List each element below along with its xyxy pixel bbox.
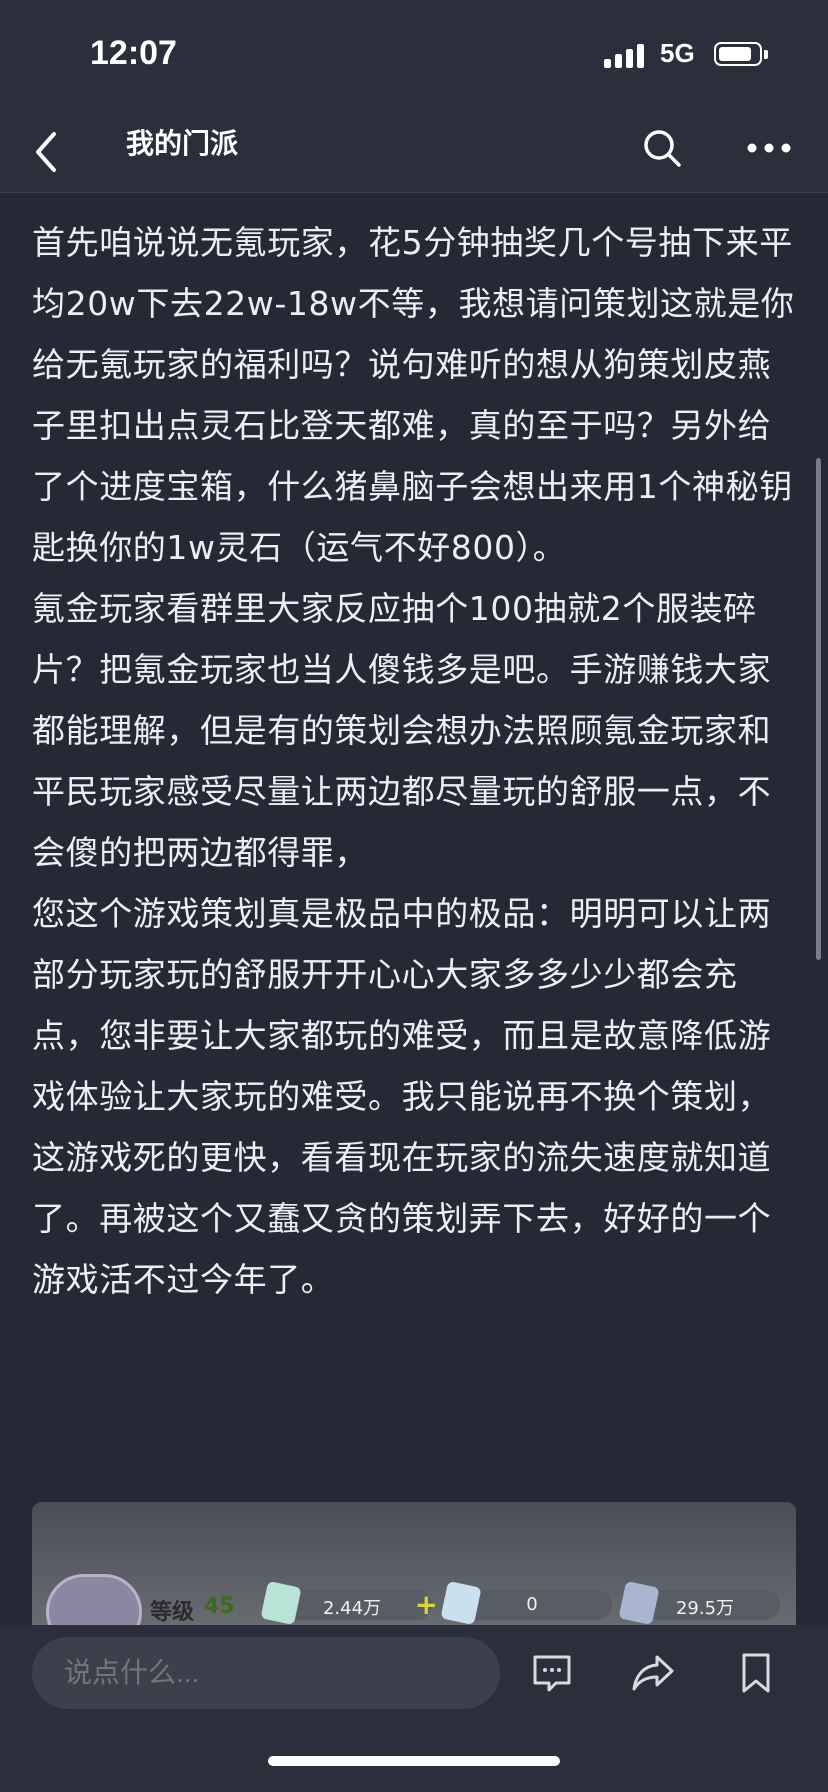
back-arrow-icon[interactable] [28,128,68,176]
post-body: 首先咱说说无氪玩家，花5分钟抽奖几个号抽下来平均20w下去22w-18w不等，我… [32,212,802,1310]
home-indicator [268,1756,560,1766]
status-bar: 12:07 5G [0,0,828,110]
status-time: 12:07 [90,34,177,72]
resource-crystal: 0 [440,1580,612,1626]
scrollbar[interactable] [816,458,821,960]
post-image[interactable]: 等级 45 2.44万 + 0 29.5万 [32,1502,796,1632]
post-paragraph: 您这个游戏策划真是极品中的极品：明明可以让两部分玩家玩的舒服开开心心大家多多少少… [32,894,772,1299]
battery-icon [714,42,770,68]
network-type: 5G [660,38,695,68]
resource-ore: 29.5万 [618,1580,780,1626]
plus-icon: + [414,1588,438,1621]
level-value: 45 [204,1594,235,1619]
nav-bar: 我的门派 [0,110,828,193]
post-paragraph: 氪金玩家看群里大家反应抽个100抽就2个服装碎片？把氪金玩家也当人傻钱多是吧。手… [32,589,772,872]
game-avatar [46,1574,142,1632]
signal-icon [604,42,648,68]
comment-icon[interactable] [530,1651,574,1695]
comment-input[interactable] [32,1637,500,1709]
resource-spirit-stone: 2.44万 + [260,1580,438,1626]
page-title: 我的门派 [126,127,239,160]
bookmark-icon[interactable] [736,1651,776,1695]
bottom-bar [0,1625,828,1792]
level-label: 等级 [150,1600,195,1625]
share-icon[interactable] [630,1651,676,1695]
more-options-icon[interactable] [744,126,794,170]
post-paragraph: 首先咱说说无氪玩家，花5分钟抽奖几个号抽下来平均20w下去22w-18w不等，我… [32,223,795,567]
search-icon[interactable] [640,126,684,170]
